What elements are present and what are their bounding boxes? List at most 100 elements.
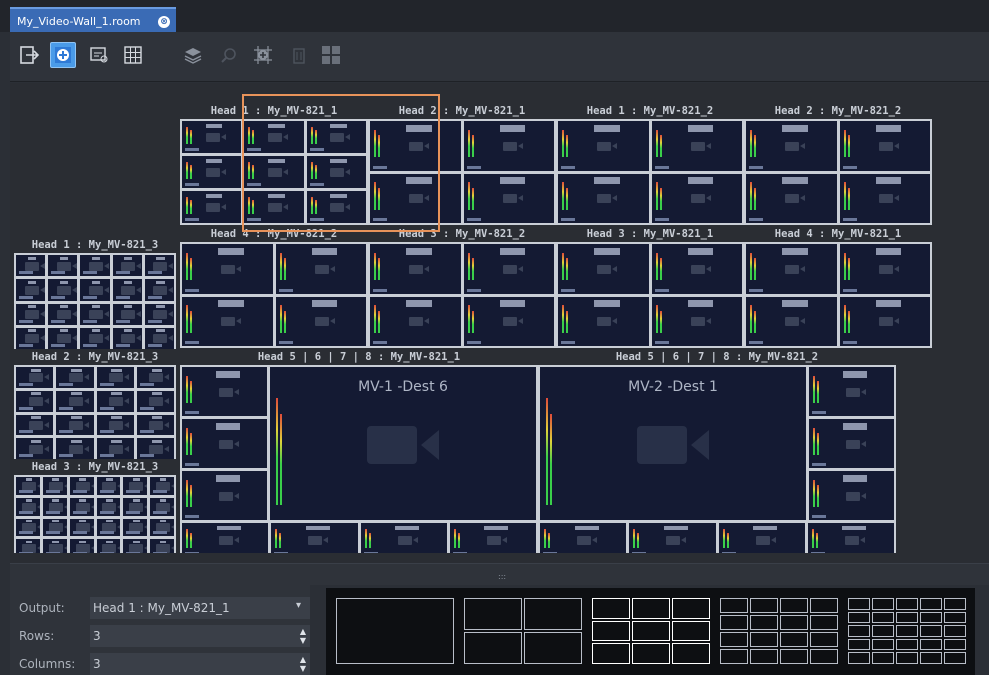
video-tile[interactable] <box>558 296 649 346</box>
video-tile[interactable] <box>80 327 110 349</box>
video-tile[interactable] <box>69 518 94 537</box>
video-tile[interactable] <box>16 327 46 349</box>
video-tile[interactable] <box>150 477 174 495</box>
video-tile[interactable] <box>809 471 894 520</box>
spinner-icon[interactable]: ▲ ▼ <box>300 627 306 645</box>
video-tile[interactable] <box>112 255 142 277</box>
video-tile[interactable] <box>558 121 649 171</box>
head-panel[interactable]: Head 1 : My_MV-821_1 <box>180 103 368 225</box>
video-tile[interactable] <box>69 497 94 516</box>
video-tile[interactable] <box>48 303 78 325</box>
video-tile[interactable] <box>370 121 461 171</box>
video-tile[interactable] <box>80 279 110 301</box>
columns-stepper[interactable]: 3 ▲ ▼ <box>90 653 310 675</box>
video-tile[interactable] <box>123 518 148 537</box>
head-panel[interactable]: Head 3 : My_MV-821_2 <box>368 226 556 348</box>
head-panel[interactable]: Head 3 : My_MV-821_3 <box>14 459 176 553</box>
video-tile[interactable] <box>16 477 40 495</box>
head-panel[interactable]: Head 2 : My_MV-821_2 <box>744 103 932 225</box>
video-tile[interactable] <box>370 296 461 346</box>
grid-button[interactable] <box>120 42 146 68</box>
video-tile[interactable] <box>182 419 267 468</box>
video-tile[interactable] <box>746 121 837 171</box>
video-tile[interactable] <box>96 390 134 412</box>
video-tile[interactable] <box>839 173 930 223</box>
video-tile[interactable] <box>746 296 837 346</box>
spinner-icon[interactable]: ▲ ▼ <box>300 655 306 673</box>
head-panel[interactable]: Head 4 : My_MV-821_1 <box>744 226 932 348</box>
video-tile[interactable] <box>48 255 78 277</box>
video-tile[interactable] <box>42 539 67 553</box>
video-tile[interactable] <box>42 497 67 516</box>
output-select[interactable]: Head 1 : My_MV-821_1 ▾ <box>90 597 310 619</box>
video-tile[interactable] <box>651 296 742 346</box>
head-panel[interactable]: Head 1 : My_MV-821_2 <box>556 103 744 225</box>
video-tile[interactable] <box>306 156 366 188</box>
video-tile[interactable] <box>463 244 554 294</box>
video-tile[interactable] <box>370 244 461 294</box>
video-tile[interactable] <box>16 497 40 516</box>
head-panel[interactable]: Head 2 : My_MV-821_3 <box>14 349 176 461</box>
video-tile[interactable] <box>809 367 894 416</box>
video-tile[interactable] <box>16 390 54 412</box>
video-tile[interactable] <box>150 518 174 537</box>
exit-button[interactable] <box>16 42 42 68</box>
video-tile[interactable] <box>136 367 174 388</box>
video-tile[interactable] <box>718 523 805 553</box>
delete-button[interactable] <box>286 42 312 68</box>
video-tile[interactable] <box>123 477 148 495</box>
video-tile[interactable] <box>69 539 94 553</box>
layout-preset[interactable] <box>720 598 838 664</box>
video-tile[interactable] <box>182 367 267 416</box>
video-tile[interactable] <box>746 244 837 294</box>
video-tile[interactable] <box>56 390 94 412</box>
head-panel[interactable]: Head 4 : My_MV-821_2 <box>180 226 368 348</box>
layout-preset[interactable] <box>592 598 710 664</box>
video-tile[interactable] <box>144 255 174 277</box>
video-tile[interactable] <box>48 279 78 301</box>
video-tile[interactable] <box>809 419 894 468</box>
video-tile[interactable] <box>96 477 121 495</box>
video-tile[interactable] <box>244 156 304 188</box>
video-tile[interactable] <box>112 279 142 301</box>
video-tile[interactable] <box>540 523 627 553</box>
tab-room[interactable]: My_Video-Wall_1.room ⊗ <box>10 7 176 32</box>
video-tile[interactable] <box>42 518 67 537</box>
video-tile[interactable] <box>182 191 242 223</box>
video-tile[interactable] <box>56 414 94 436</box>
video-tile[interactable] <box>16 414 54 436</box>
main-video-tile[interactable]: MV-1 -Dest 6 <box>270 367 536 520</box>
video-tile[interactable] <box>651 244 742 294</box>
video-tile[interactable] <box>144 279 174 301</box>
main-video-tile[interactable]: MV-2 -Dest 1 <box>540 367 806 520</box>
video-tile[interactable] <box>16 255 46 277</box>
video-tile[interactable] <box>96 414 134 436</box>
video-tile[interactable] <box>244 121 304 153</box>
video-tile[interactable] <box>150 497 174 516</box>
video-tile[interactable] <box>558 244 649 294</box>
video-tile[interactable] <box>123 539 148 553</box>
grip-icon[interactable]: ::: <box>498 572 506 581</box>
video-tile[interactable] <box>360 523 447 553</box>
video-tile[interactable] <box>306 121 366 153</box>
video-tile[interactable] <box>136 414 174 436</box>
video-tile[interactable] <box>80 255 110 277</box>
video-tile[interactable] <box>136 390 174 412</box>
tile-button[interactable] <box>318 42 344 68</box>
big-head-panel[interactable]: Head 5 | 6 | 7 | 8 : My_MV-821_1 MV-1 -De… <box>180 349 538 553</box>
video-tile[interactable] <box>80 303 110 325</box>
video-tile[interactable] <box>370 173 461 223</box>
video-tile[interactable] <box>275 296 366 346</box>
rows-stepper[interactable]: 3 ▲ ▼ <box>90 625 310 647</box>
add-grid-button[interactable] <box>250 42 276 68</box>
add-head-button[interactable] <box>50 42 76 68</box>
video-tile[interactable] <box>16 367 54 388</box>
video-tile[interactable] <box>96 539 121 553</box>
panel-splitter[interactable]: ::: <box>10 563 989 585</box>
video-tile[interactable] <box>839 244 930 294</box>
layers-button[interactable] <box>180 42 206 68</box>
video-tile[interactable] <box>746 173 837 223</box>
video-tile[interactable] <box>449 523 536 553</box>
video-tile[interactable] <box>244 191 304 223</box>
layout-preset[interactable] <box>336 598 454 664</box>
